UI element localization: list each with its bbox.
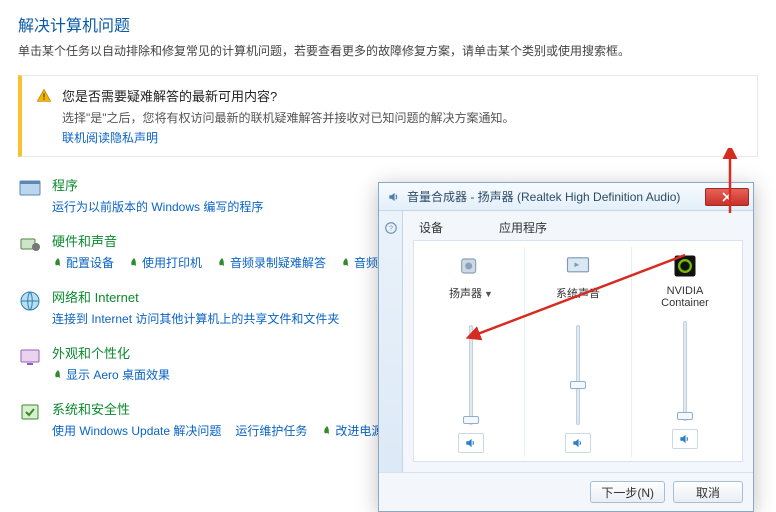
slider-thumb[interactable] [677, 412, 693, 420]
network-title[interactable]: 网络和 Internet [52, 287, 339, 306]
speaker-icon [464, 436, 478, 450]
sec-link-0[interactable]: 使用 Windows Update 解决问题 [52, 422, 221, 439]
appearance-link[interactable]: 显示 Aero 桌面效果 [66, 368, 170, 382]
eco-icon [52, 369, 64, 381]
slider-thumb[interactable] [463, 416, 479, 424]
column-label: 扬声器▼ [449, 285, 493, 301]
hardware-icon [18, 233, 42, 257]
security-icon [18, 401, 42, 425]
volume-slider[interactable] [634, 321, 736, 421]
column-label: NVIDIA [667, 285, 704, 297]
cancel-button[interactable]: 取消 [673, 481, 743, 503]
slider-thumb[interactable] [570, 381, 586, 389]
mixer-column: NVIDIAContainer [632, 247, 738, 457]
column-label: 系统声音 [556, 285, 600, 301]
network-icon [18, 289, 42, 313]
hw-link-0[interactable]: 配置设备 [66, 256, 114, 270]
close-button[interactable] [705, 188, 749, 206]
mute-button[interactable] [565, 433, 591, 453]
titlebar[interactable]: 音量合成器 - 扬声器 (Realtek High Definition Aud… [379, 183, 753, 211]
mixer-column: 系统声音 [525, 247, 632, 457]
eco-icon [128, 257, 140, 269]
sec-link-1[interactable]: 运行维护任务 [235, 422, 307, 439]
eco-icon [321, 425, 333, 437]
mixer-column: 扬声器▼ [418, 247, 525, 457]
page-subtitle: 单击某个任务以自动排除和修复常见的计算机问题，若要查看更多的故障修复方案，请单击… [18, 42, 758, 59]
notice-body: 选择"是"之后，您将有权访问最新的联机疑难解答并接收对已知问题的解决方案通知。 [62, 109, 515, 126]
help-icon[interactable]: ? [384, 221, 398, 235]
mixer-sidebar: ? [379, 211, 403, 472]
eco-icon [216, 257, 228, 269]
volume-slider[interactable] [420, 325, 522, 425]
programs-icon [18, 177, 42, 201]
svg-text:?: ? [389, 225, 393, 232]
column-sublabel: Container [661, 297, 709, 311]
window-title: 音量合成器 - 扬声器 (Realtek High Definition Aud… [407, 188, 699, 205]
speaker-icon [571, 436, 585, 450]
mute-button[interactable] [458, 433, 484, 453]
speaker-icon [387, 190, 401, 204]
hw-link-2[interactable]: 音频录制疑难解答 [230, 256, 326, 270]
programs-link[interactable]: 运行为以前版本的 Windows 编写的程序 [52, 200, 263, 214]
app-icon [670, 251, 700, 281]
warning-icon [36, 88, 52, 104]
close-icon [722, 192, 732, 202]
appearance-icon [18, 345, 42, 369]
app-icon [563, 251, 593, 281]
next-button[interactable]: 下一步(N) [590, 481, 665, 503]
volume-mixer-window: 音量合成器 - 扬声器 (Realtek High Definition Aud… [378, 182, 754, 512]
programs-title[interactable]: 程序 [52, 175, 263, 194]
mixer-columns: 扬声器▼ 系统声音 NVIDIAContainer [413, 240, 743, 462]
eco-icon [52, 257, 64, 269]
speaker-icon [678, 432, 692, 446]
device-header: 设备 [419, 221, 443, 235]
eco-icon [340, 257, 352, 269]
volume-slider[interactable] [527, 325, 629, 425]
chevron-down-icon[interactable]: ▼ [484, 289, 493, 299]
appearance-title[interactable]: 外观和个性化 [52, 343, 170, 362]
page-title: 解决计算机问题 [18, 12, 758, 36]
hw-link-1[interactable]: 使用打印机 [142, 256, 202, 270]
privacy-link[interactable]: 联机阅读隐私声明 [62, 131, 158, 145]
apps-header: 应用程序 [499, 221, 547, 235]
update-notice: 您是否需要疑难解答的最新可用内容? 选择"是"之后，您将有权访问最新的联机疑难解… [18, 75, 758, 157]
network-link[interactable]: 连接到 Internet 访问其他计算机上的共享文件和文件夹 [52, 312, 339, 326]
mute-button[interactable] [672, 429, 698, 449]
app-icon [456, 251, 486, 281]
notice-title: 您是否需要疑难解答的最新可用内容? [62, 86, 515, 105]
